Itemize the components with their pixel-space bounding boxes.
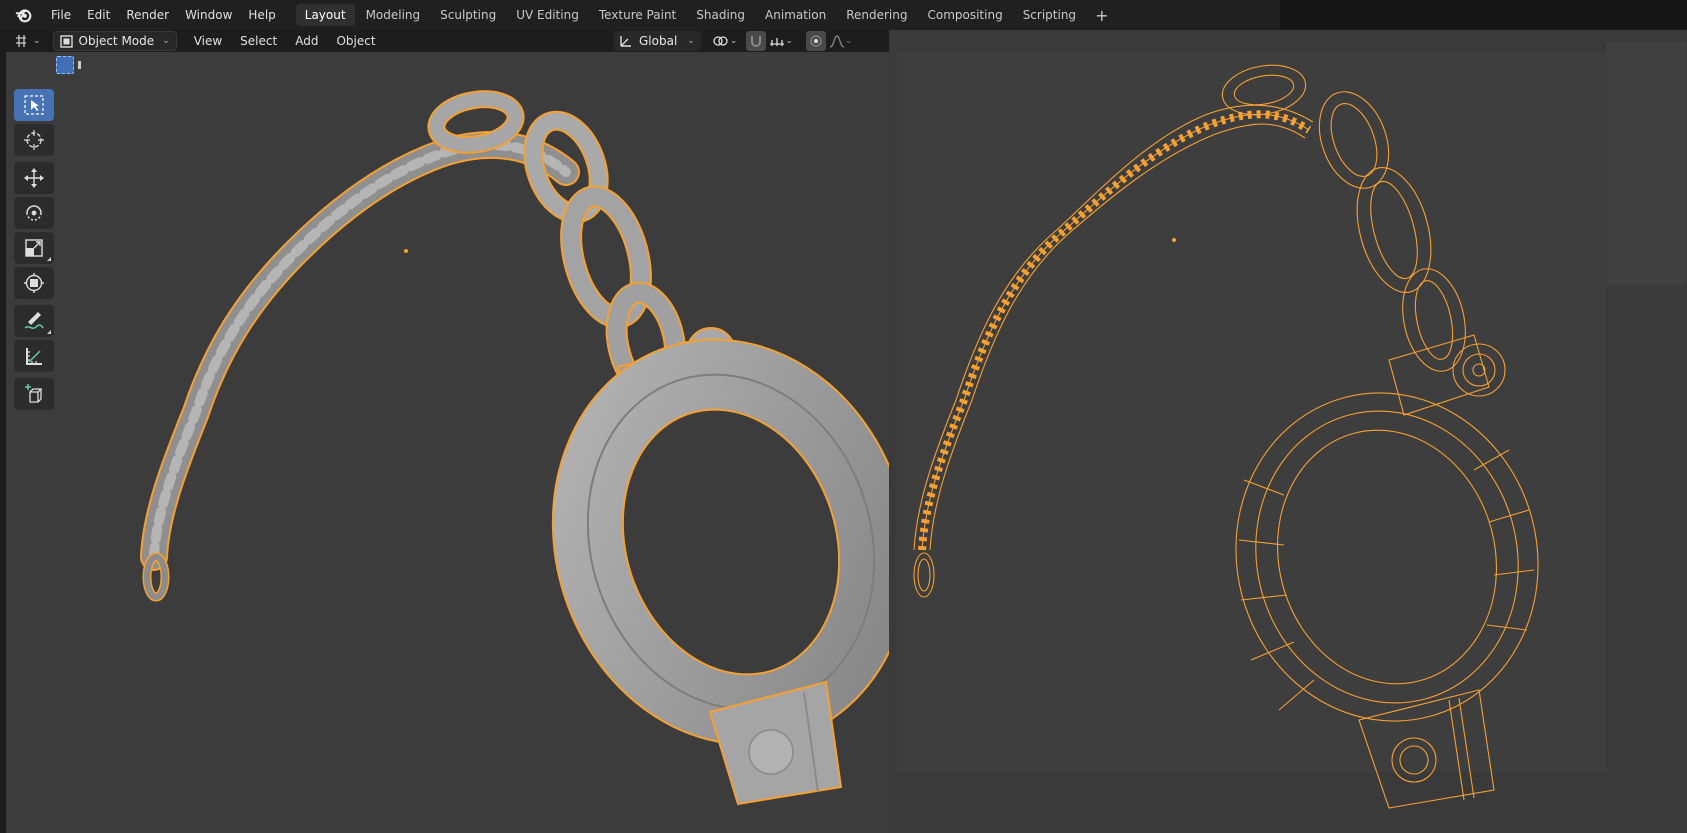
menu-help[interactable]: Help [240, 8, 283, 22]
menu-view[interactable]: View [185, 34, 231, 48]
object-mode-icon [59, 34, 73, 48]
proportional-edit-icon [810, 35, 822, 47]
tab-scripting[interactable]: Scripting [1014, 4, 1085, 26]
object-mode-label: Object Mode [78, 34, 155, 48]
chevron-down-icon: ⌄ [844, 36, 853, 46]
tab-layout[interactable]: Layout [295, 4, 355, 26]
menu-file[interactable]: File [43, 8, 79, 22]
menu-window[interactable]: Window [177, 8, 240, 22]
chevron-down-icon: ⌄ [33, 36, 41, 46]
transform-controls: Global ⌄ ⌄ ⌄ ⌄ [613, 30, 855, 52]
chevron-down-icon: ⌄ [162, 36, 170, 46]
solid-shackle-model[interactable] [6, 52, 889, 833]
wireframe-shackle-model[interactable] [889, 30, 1687, 833]
blender-logo-icon[interactable] [15, 6, 33, 24]
tab-uv-editing[interactable]: UV Editing [507, 4, 588, 26]
viewport-solid[interactable] [6, 52, 889, 833]
chevron-down-icon: ⌄ [729, 36, 738, 46]
magnet-icon [751, 36, 762, 47]
menu-edit[interactable]: Edit [79, 8, 118, 22]
object-origin-point [1172, 238, 1176, 242]
snap-increment-icon [770, 38, 785, 46]
pivot-link-icon [713, 36, 728, 46]
3d-viewport-icon [16, 35, 26, 47]
orientation-axes-icon [620, 36, 631, 47]
snap-toggle[interactable] [746, 31, 767, 51]
topbar-empty-area [1280, 0, 1687, 30]
menu-add[interactable]: Add [286, 34, 327, 48]
workspace-tabs: Layout Modeling Sculpting UV Editing Tex… [295, 0, 1117, 30]
viewport-wireframe[interactable] [889, 30, 1687, 833]
object-origin-point [404, 249, 408, 253]
tab-rendering[interactable]: Rendering [837, 4, 916, 26]
tab-texture-paint[interactable]: Texture Paint [590, 4, 685, 26]
menu-render[interactable]: Render [118, 8, 177, 22]
object-mode-dropdown[interactable]: Object Mode ⌄ [52, 31, 177, 51]
pivot-point-button[interactable]: ⌄ [709, 31, 741, 51]
falloff-curve-icon [829, 35, 845, 48]
add-workspace-button[interactable]: + [1087, 6, 1116, 25]
menu-select[interactable]: Select [231, 34, 286, 48]
editor-type-selector[interactable]: ⌄ [8, 31, 47, 51]
tab-sculpting[interactable]: Sculpting [431, 4, 505, 26]
tab-animation[interactable]: Animation [756, 4, 835, 26]
falloff-dropdown[interactable]: ⌄ [826, 31, 856, 51]
top-menu-bar: File Edit Render Window Help Layout Mode… [0, 0, 1280, 30]
menu-object[interactable]: Object [327, 34, 384, 48]
proportional-edit-toggle[interactable] [805, 31, 826, 51]
tab-compositing[interactable]: Compositing [918, 4, 1011, 26]
orientation-label: Global [639, 34, 678, 48]
snap-target-dropdown[interactable]: ⌄ [766, 31, 796, 51]
transform-orientation-dropdown[interactable]: Global ⌄ [613, 31, 701, 51]
chevron-down-icon: ⌄ [687, 36, 695, 46]
tab-modeling[interactable]: Modeling [357, 4, 430, 26]
chevron-down-icon: ⌄ [785, 36, 793, 46]
tab-shading[interactable]: Shading [687, 4, 754, 26]
